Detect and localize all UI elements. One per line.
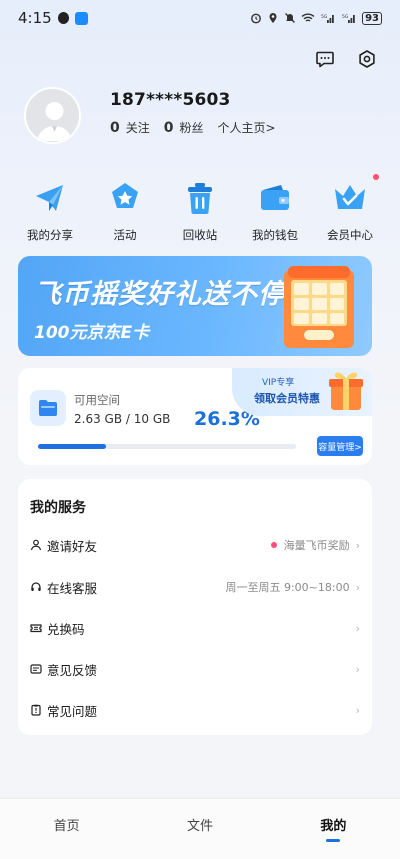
chevron-right-icon: › (355, 621, 360, 635)
service-label: 常见问题 (47, 703, 98, 719)
nav-label: 我的 (320, 819, 347, 834)
status-time: 4:15 (18, 9, 52, 27)
service-row-support[interactable]: 在线客服 周一至周五 9:00~18:00 › (18, 567, 372, 607)
nav-tab-home[interactable]: 首页 (0, 799, 133, 859)
storage-card[interactable]: 可用空间 2.63 GB / 10 GB 26.3% VIP专享 领取会员特惠 … (18, 368, 372, 465)
location-icon (269, 13, 277, 23)
nav-tab-files[interactable]: 文件 (133, 799, 266, 859)
settings-icon (359, 50, 375, 68)
service-right-text: 周一至周五 9:00~18:00 (225, 581, 350, 594)
nav-label: 首页 (53, 819, 80, 834)
quick-label: 活动 (113, 228, 137, 242)
capacity-manage-button[interactable]: 容量管理> (317, 436, 363, 456)
banner-subtitle: 100元京东E卡 (34, 323, 150, 343)
service-right-text: 海量飞币奖励 (283, 539, 350, 552)
vip-offer[interactable]: VIP专享 领取会员特惠 (232, 368, 372, 416)
quick-item-my-share[interactable]: 我的分享 (18, 178, 82, 243)
app-notification-icon (74, 11, 88, 25)
svg-text:5G: 5G (321, 14, 328, 20)
homepage-link[interactable]: 个人主页> (218, 119, 276, 136)
service-row-redeem[interactable]: 兑换码 › (18, 608, 372, 648)
question-icon (31, 704, 41, 716)
following-count[interactable]: 0 (110, 120, 120, 136)
nav-label: 文件 (186, 819, 213, 834)
settings-button[interactable] (356, 48, 378, 70)
promo-banner[interactable]: 飞币摇奖好礼送不停 100元京东E卡 (18, 256, 372, 356)
activity-star-icon (112, 183, 138, 208)
profile-stats: 0 关注 0 粉丝 个人主页> (110, 119, 276, 136)
folder-icon (39, 400, 57, 416)
person-icon (30, 539, 42, 551)
slot-machine-icon (284, 266, 354, 348)
quick-label: 回收站 (182, 228, 218, 242)
followers-label[interactable]: 粉丝 (180, 119, 204, 136)
wallet-icon (261, 185, 289, 210)
vip-crown-icon (335, 185, 365, 209)
chevron-right-icon: › (355, 662, 360, 676)
mute-icon (285, 13, 296, 23)
storage-title: 可用空间 (74, 393, 120, 407)
quick-item-vip-center[interactable]: 会员中心 (318, 174, 382, 243)
top-actions (314, 48, 378, 70)
quick-label: 我的分享 (27, 228, 73, 242)
nav-tab-mine[interactable]: 我的 (267, 799, 400, 859)
wifi-icon (301, 13, 315, 22)
share-plane-icon (36, 185, 63, 211)
ticket-icon (30, 624, 42, 633)
service-label: 意见反馈 (47, 662, 98, 678)
message-button[interactable] (314, 48, 336, 70)
signal-icon: 5G (321, 14, 334, 23)
services-card: 我的服务 邀请好友 海量飞币奖励 › 在线客服 周一至周五 9:00~18:00… (18, 479, 372, 735)
storage-progress-fill (38, 444, 106, 449)
svg-text:5G: 5G (342, 14, 349, 20)
storage-used: 2.63 GB / 10 GB (74, 412, 171, 426)
storage-progress (38, 444, 296, 449)
chevron-right-icon: › (355, 580, 360, 594)
service-label: 兑换码 (47, 621, 85, 637)
active-tab-indicator (326, 839, 341, 842)
alarm-icon (251, 13, 261, 24)
battery-indicator: 93 (362, 11, 382, 25)
headset-icon (31, 582, 41, 591)
vip-small-label: VIP专享 (262, 378, 295, 388)
service-row-invite[interactable]: 邀请好友 海量飞币奖励 › (18, 525, 372, 565)
service-row-faq[interactable]: 常见问题 › (18, 690, 372, 730)
quick-item-activity[interactable]: 活动 (93, 178, 157, 243)
avatar[interactable] (24, 87, 81, 144)
qq-notification-icon (57, 12, 69, 24)
signal-icon-2: 5G (342, 14, 355, 23)
quick-item-recycle-bin[interactable]: 回收站 (168, 178, 232, 243)
quick-menu: 我的分享 活动 回收站 我的钱包 会员中心 (18, 174, 382, 243)
username: 187****5603 (110, 90, 231, 110)
service-label: 在线客服 (47, 580, 98, 596)
followers-count[interactable]: 0 (164, 120, 174, 136)
chevron-right-icon: › (355, 703, 360, 717)
feedback-icon (30, 664, 42, 674)
new-badge-dot (373, 174, 379, 180)
vip-main-label: 领取会员特惠 (254, 392, 320, 405)
following-label[interactable]: 关注 (126, 119, 150, 136)
quick-label: 我的钱包 (252, 228, 298, 242)
chevron-right-icon: › (355, 538, 360, 552)
recycle-bin-icon (188, 183, 212, 214)
status-bar: 4:15 5G 5G 93 (0, 0, 400, 36)
bottom-nav: 首页 文件 我的 (0, 798, 400, 859)
quick-item-wallet[interactable]: 我的钱包 (243, 178, 307, 243)
default-avatar-icon (26, 89, 79, 142)
banner-title: 飞币摇奖好礼送不停 (34, 279, 286, 310)
service-row-feedback[interactable]: 意见反馈 › (18, 649, 372, 689)
message-icon (316, 51, 334, 68)
folder-icon-wrap (30, 390, 66, 426)
quick-label: 会员中心 (327, 228, 373, 242)
service-label: 邀请好友 (47, 538, 98, 554)
services-title: 我的服务 (30, 500, 86, 516)
reward-dot (270, 542, 277, 548)
gift-icon (329, 372, 363, 410)
